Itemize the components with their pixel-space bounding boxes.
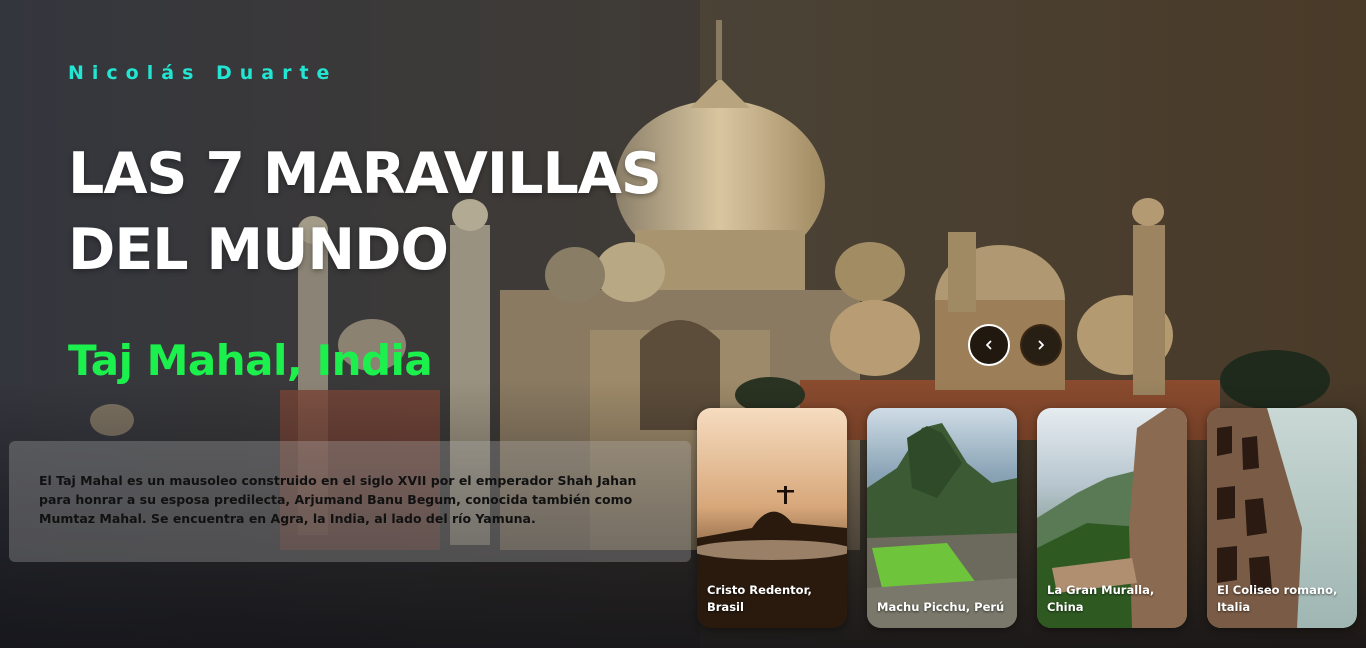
- card-cristo-redentor[interactable]: Cristo Redentor, Brasil: [697, 408, 847, 628]
- current-place-title: Taj Mahal, India: [68, 336, 433, 385]
- card-coliseo[interactable]: El Coliseo romano, Italia: [1207, 408, 1357, 628]
- hero-section: Nicolás Duarte LAS 7 MARAVILLAS DEL MUND…: [0, 0, 1366, 648]
- card-gran-muralla[interactable]: La Gran Muralla, China: [1037, 408, 1187, 628]
- machu-picchu-image: [867, 408, 1017, 628]
- card-label: Cristo Redentor, Brasil: [707, 583, 812, 614]
- chevron-right-icon: [1038, 340, 1044, 350]
- author-name: Nicolás Duarte: [68, 62, 338, 84]
- card-label: La Gran Muralla, China: [1047, 583, 1155, 614]
- page-title: LAS 7 MARAVILLAS DEL MUNDO: [68, 141, 662, 283]
- card-label: El Coliseo romano, Italia: [1217, 583, 1338, 614]
- card-label: Machu Picchu, Perú: [877, 600, 1005, 614]
- description-panel: El Taj Mahal es un mausoleo construido e…: [9, 441, 691, 562]
- previous-slide-button[interactable]: [968, 324, 1010, 366]
- wonders-carousel: Cristo Redentor, Brasil Machu Picchu, Pe…: [697, 408, 1366, 628]
- next-slide-button[interactable]: [1020, 324, 1062, 366]
- place-description: El Taj Mahal es un mausoleo construido e…: [39, 473, 637, 526]
- chevron-left-icon: [986, 340, 992, 350]
- card-machu-picchu[interactable]: Machu Picchu, Perú: [867, 408, 1017, 628]
